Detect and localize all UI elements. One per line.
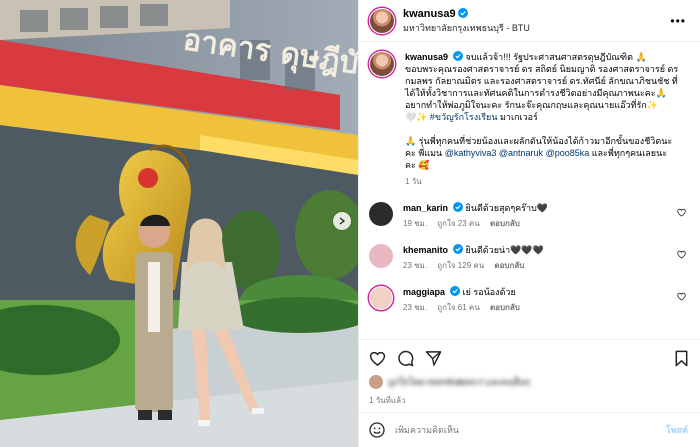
comment-like-icon[interactable]: [677, 208, 686, 217]
comment-likes[interactable]: ถูกใจ 61 คน: [437, 303, 479, 312]
verified-badge-icon: [457, 8, 468, 18]
comment-like-icon[interactable]: [677, 250, 686, 259]
mention-link[interactable]: @antnaruk: [499, 148, 543, 158]
comment-time: 19 ชม.: [403, 219, 428, 228]
bookmark-icon[interactable]: [673, 350, 690, 367]
mention-link[interactable]: @poo85ka: [546, 148, 590, 158]
heart-icon[interactable]: [369, 350, 386, 367]
send-icon[interactable]: [425, 350, 442, 367]
post-comment-button[interactable]: โพสต์: [666, 423, 688, 437]
post-photo[interactable]: อาคาร ดุษฎีบัณฑิต: [0, 0, 358, 447]
comment-icon[interactable]: [397, 350, 414, 367]
comment-likes[interactable]: ถูกใจ 129 คน: [437, 261, 484, 270]
author-username[interactable]: kwanusa9: [403, 8, 456, 20]
comment-item: maggiapa เย่ รอน้องด้วย 23 ชม. ถูกใจ 61 …: [369, 286, 690, 314]
likes-summary[interactable]: ถูกใจโดย mornthakorn.f และคนอื่นๆ: [369, 375, 530, 389]
caption-line: คะ 🥰: [405, 160, 430, 170]
post-header: kwanusa9 มหาวิทยาลัยกรุงเทพธนบุรี - BTU …: [359, 0, 700, 42]
verified-badge-icon: [453, 202, 464, 212]
comment-time: 23 ชม.: [403, 303, 428, 312]
reply-button[interactable]: ตอบกลับ: [494, 261, 524, 270]
commenter-username[interactable]: man_karin: [403, 203, 448, 213]
verified-badge-icon: [450, 286, 461, 296]
caption-line: ขอบพระคุณรองศาสตราจารย์ ดร สถิตย์ นิยมญา…: [405, 64, 679, 74]
next-photo-button[interactable]: [333, 212, 351, 230]
comment-item: man_karin ยินดีด้วยสุดๆคร๊าบ🖤 19 ชม. ถูก…: [369, 202, 690, 230]
verified-badge-icon: [453, 244, 464, 254]
author-avatar[interactable]: [369, 7, 395, 34]
caption-line: กมลพร กัลยาณมิตร และรองศาสตราจารย์ ดร.ทั…: [405, 76, 678, 86]
caption-time: 1 วัน: [405, 177, 422, 186]
comments-section: kwanusa9 จบแล้วจ้า!!! รัฐประศาสนศาสตรดุษ…: [359, 43, 700, 339]
post-location[interactable]: มหาวิทยาลัยกรุงเทพธนบุรี - BTU: [403, 21, 530, 35]
chevron-right-icon: [339, 217, 346, 225]
comment-text: ยินดีด้วยน่า🖤🖤🖤: [465, 245, 544, 255]
caption-line: และพี่ทุกๆคนเลยนะ: [589, 148, 668, 158]
comment-input[interactable]: [395, 425, 635, 435]
post-actions: [359, 339, 700, 379]
add-comment-bar: โพสต์: [359, 412, 700, 447]
comment-item: khemanito ยินดีด้วยน่า🖤🖤🖤 23 ชม. ถูกใจ 1…: [369, 244, 690, 272]
emoji-smile-icon[interactable]: [369, 422, 385, 438]
caption-line: 🙏 รุ่นพี่ทุกคนที่ช่วยน้องและผลักดันให้น้…: [405, 136, 673, 146]
commenter-username[interactable]: khemanito: [403, 245, 448, 255]
comment-like-icon[interactable]: [677, 292, 686, 301]
commenter-avatar[interactable]: [369, 244, 393, 268]
commenter-username[interactable]: maggiapa: [403, 287, 445, 297]
reply-button[interactable]: ตอบกลับ: [490, 219, 520, 228]
caption-username[interactable]: kwanusa9: [405, 52, 448, 62]
post-side-panel: kwanusa9 มหาวิทยาลัยกรุงเทพธนบุรี - BTU …: [358, 0, 700, 447]
post-time: 1 วันที่แล้ว: [369, 396, 406, 405]
commenter-avatar[interactable]: [369, 202, 393, 226]
comment-text: ยินดีด้วยสุดๆคร๊าบ🖤: [465, 203, 548, 213]
caption-line: ได้ให้ทั้งวิชาการและทัศนคติในการดำรงชีวิ…: [405, 88, 667, 98]
comment-text: เย่ รอน้องด้วย: [462, 287, 516, 297]
comment-likes[interactable]: ถูกใจ 23 คน: [437, 219, 479, 228]
comment-time: 23 ชม.: [403, 261, 428, 270]
caption-line: จบแล้วจ้า!!! รัฐประศาสนศาสตรดุษฎีบัณฑิต …: [465, 52, 647, 62]
commenter-avatar[interactable]: [369, 286, 393, 310]
caption-hashtag-prefix: 🤍✨: [405, 112, 430, 122]
mention-link[interactable]: @kathyviva3: [445, 148, 497, 158]
post-caption: kwanusa9 จบแล้วจ้า!!! รัฐประศาสนศาสตรดุษ…: [369, 51, 690, 188]
likes-text[interactable]: ถูกใจโดย mornthakorn.f และคนอื่นๆ: [388, 375, 530, 389]
more-options-icon[interactable]: •••: [670, 14, 686, 28]
reply-button[interactable]: ตอบกลับ: [490, 303, 520, 312]
verified-badge-icon: [453, 51, 464, 61]
caption-author-avatar[interactable]: [369, 51, 395, 77]
post-image: อาคาร ดุษฎีบัณฑิต: [0, 0, 358, 447]
liker-avatar: [369, 375, 383, 389]
caption-line: อยากทำให้พ่อภูมิใจนะคะ รักนะจ๊ะคุณกฤษและ…: [405, 100, 658, 110]
caption-hashtag-suffix: มาเกเวอร์: [497, 112, 538, 122]
caption-line: คะ พี่แมน: [405, 148, 445, 158]
hashtag-link[interactable]: #ขวัญรักโรงเรียน: [430, 112, 498, 122]
